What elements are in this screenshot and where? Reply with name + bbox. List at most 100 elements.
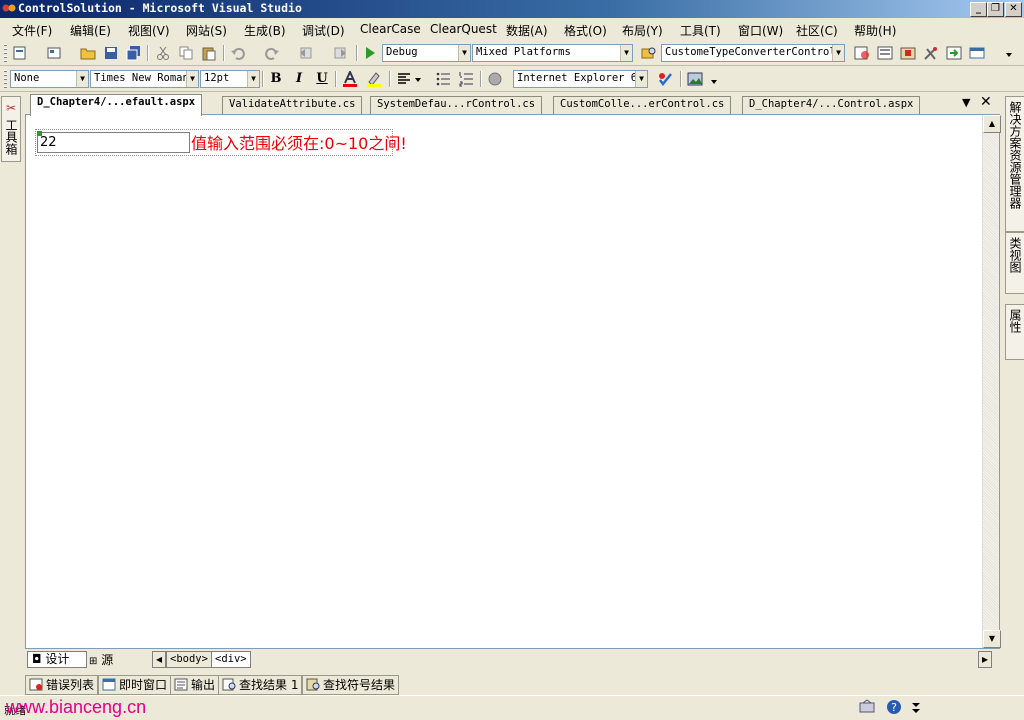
tag-scroll-left-icon[interactable]: ◂ (152, 651, 166, 668)
find-in-files-icon[interactable] (641, 45, 657, 61)
error-list-tab[interactable]: 错误列表 (25, 675, 99, 695)
chevron-down-icon[interactable] (413, 71, 423, 87)
tab-customcollection-control-cs[interactable]: CustomColle...erControl.cs (553, 96, 732, 115)
numbered-list-icon[interactable] (458, 71, 474, 87)
toolbar-separator (262, 71, 264, 87)
bulleted-list-icon[interactable] (435, 71, 451, 87)
tag-scroll-right-icon[interactable]: ▸ (978, 651, 992, 668)
navigate-backward-icon[interactable] (298, 45, 314, 61)
menu-file[interactable]: 文件(F) (12, 22, 52, 39)
solution-explorer-tab[interactable]: 解决方案资源管理器 (1005, 96, 1024, 232)
cut-icon[interactable] (155, 45, 171, 61)
toolbox-tab[interactable]: ✂ 工具箱 (1, 96, 21, 162)
tag-body[interactable]: <body> (166, 651, 212, 668)
menu-build[interactable]: 生成(B) (244, 22, 286, 39)
class-view-tab[interactable]: 类视图 (1005, 232, 1024, 294)
insert-image-icon[interactable] (687, 71, 703, 87)
properties-tab[interactable]: 属性 (1005, 304, 1024, 360)
menu-format[interactable]: 格式(O) (564, 22, 607, 39)
range-validator-message[interactable]: 值输入范围必须在:0~10之间! (191, 130, 407, 154)
menu-debug[interactable]: 调试(D) (302, 22, 345, 39)
menu-community[interactable]: 社区(C) (796, 22, 838, 39)
active-files-dropdown-icon[interactable]: ▼ (962, 96, 970, 109)
block-format-select[interactable]: None ▼ (10, 70, 89, 88)
output-tab[interactable]: 输出 (170, 675, 220, 695)
toolbar-options-icon[interactable] (1004, 45, 1014, 61)
toolbar-grip[interactable] (4, 70, 7, 88)
paste-icon[interactable] (201, 45, 217, 61)
add-item-icon[interactable] (46, 45, 62, 61)
copy-icon[interactable] (178, 45, 194, 61)
menu-window[interactable]: 窗口(W) (738, 22, 783, 39)
design-view-button[interactable]: ◘ 设计 (27, 651, 87, 668)
textbox-control[interactable]: 22 (37, 132, 190, 153)
status-options-icon[interactable] (910, 699, 922, 715)
restore-button[interactable]: ❐ (987, 2, 1004, 17)
new-project-icon[interactable] (12, 45, 28, 61)
tab-validateattribute-cs[interactable]: ValidateAttribute.cs (222, 96, 363, 115)
notification-icon[interactable] (858, 699, 876, 715)
italic-button[interactable]: I (290, 70, 308, 88)
toolbar-grip[interactable] (4, 44, 7, 62)
find-results-icon (222, 678, 236, 691)
menu-edit[interactable]: 编辑(E) (70, 22, 111, 39)
source-view-button[interactable]: ⊞ 源 (89, 651, 113, 668)
close-document-icon[interactable]: ✕ (980, 94, 992, 110)
redo-icon[interactable] (264, 45, 280, 61)
scroll-down-button[interactable]: ▼ (983, 630, 1001, 648)
start-page-icon[interactable] (946, 45, 962, 61)
tab-control-aspx[interactable]: D_Chapter4/...Control.aspx (742, 96, 921, 115)
start-debugging-icon[interactable] (362, 45, 378, 61)
navigate-forward-icon[interactable] (332, 45, 348, 61)
tab-default-aspx[interactable]: D_Chapter4/...efault.aspx (30, 94, 203, 116)
menu-help[interactable]: 帮助(H) (854, 22, 896, 39)
menu-layout[interactable]: 布局(Y) (622, 22, 663, 39)
bold-button[interactable]: B (267, 70, 285, 88)
tag-div[interactable]: <div> (211, 651, 251, 668)
window-layout-icon[interactable] (969, 45, 985, 61)
underline-button[interactable]: U (313, 70, 331, 88)
open-folder-icon[interactable] (80, 45, 96, 61)
save-all-icon[interactable] (126, 45, 142, 61)
configuration-value: Debug (386, 46, 418, 58)
undo-icon[interactable] (230, 45, 246, 61)
toolbar-options-icon[interactable] (709, 71, 719, 87)
watermark-text: www.bianceng.cn (6, 697, 147, 717)
menu-tools[interactable]: 工具(T) (680, 22, 721, 39)
toolbar-separator (356, 45, 358, 61)
solution-explorer-icon[interactable] (854, 45, 870, 61)
find-results-1-tab[interactable]: 查找结果 1 (218, 675, 303, 695)
toolbar-separator (680, 71, 682, 87)
menu-data[interactable]: 数据(A) (506, 22, 548, 39)
check-accessibility-icon[interactable] (657, 71, 673, 87)
object-browser-icon[interactable] (900, 45, 916, 61)
design-surface[interactable]: 22 值输入范围必须在:0~10之间! ▲ ▼ (25, 114, 1001, 649)
find-symbol-results-tab[interactable]: 查找符号结果 (302, 675, 400, 695)
scroll-up-button[interactable]: ▲ (983, 115, 1001, 133)
help-icon[interactable]: ? (886, 699, 902, 715)
justify-left-icon[interactable] (396, 71, 412, 87)
menu-website[interactable]: 网站(S) (186, 22, 227, 39)
tab-systemdefault-control-cs[interactable]: SystemDefau...rControl.cs (370, 96, 543, 115)
target-schema-select[interactable]: Internet Explorer 6. ▼ (513, 70, 648, 88)
properties-window-icon[interactable] (877, 45, 893, 61)
tool-window-tabs: 错误列表 即时窗口 输出 查找结果 1 查找符号结果 (25, 673, 1002, 695)
menu-view[interactable]: 视图(V) (128, 22, 170, 39)
solution-platform-select[interactable]: Mixed Platforms ▼ (472, 44, 633, 62)
save-icon[interactable] (103, 45, 119, 61)
font-name-select[interactable]: Times New Roman ▼ (90, 70, 199, 88)
solution-configuration-select[interactable]: Debug ▼ (382, 44, 471, 62)
menu-clearquest[interactable]: ClearQuest (430, 22, 497, 36)
close-button[interactable]: ✕ (1005, 2, 1022, 17)
minimize-button[interactable]: _ (970, 2, 987, 17)
menu-clearcase[interactable]: ClearCase (360, 22, 421, 36)
font-size-select[interactable]: 12pt ▼ (200, 70, 260, 88)
absolute-position-icon[interactable] (487, 71, 503, 87)
vertical-scrollbar[interactable]: ▲ ▼ (982, 115, 1001, 648)
background-color-icon[interactable] (366, 71, 382, 87)
find-combo[interactable]: CustomeTypeConverterControl ▼ (661, 44, 845, 62)
foreground-color-icon[interactable] (342, 71, 358, 87)
toolbox-icon[interactable] (923, 45, 939, 61)
immediate-window-tab[interactable]: 即时窗口 (98, 675, 172, 695)
platform-value: Mixed Platforms (476, 46, 571, 58)
